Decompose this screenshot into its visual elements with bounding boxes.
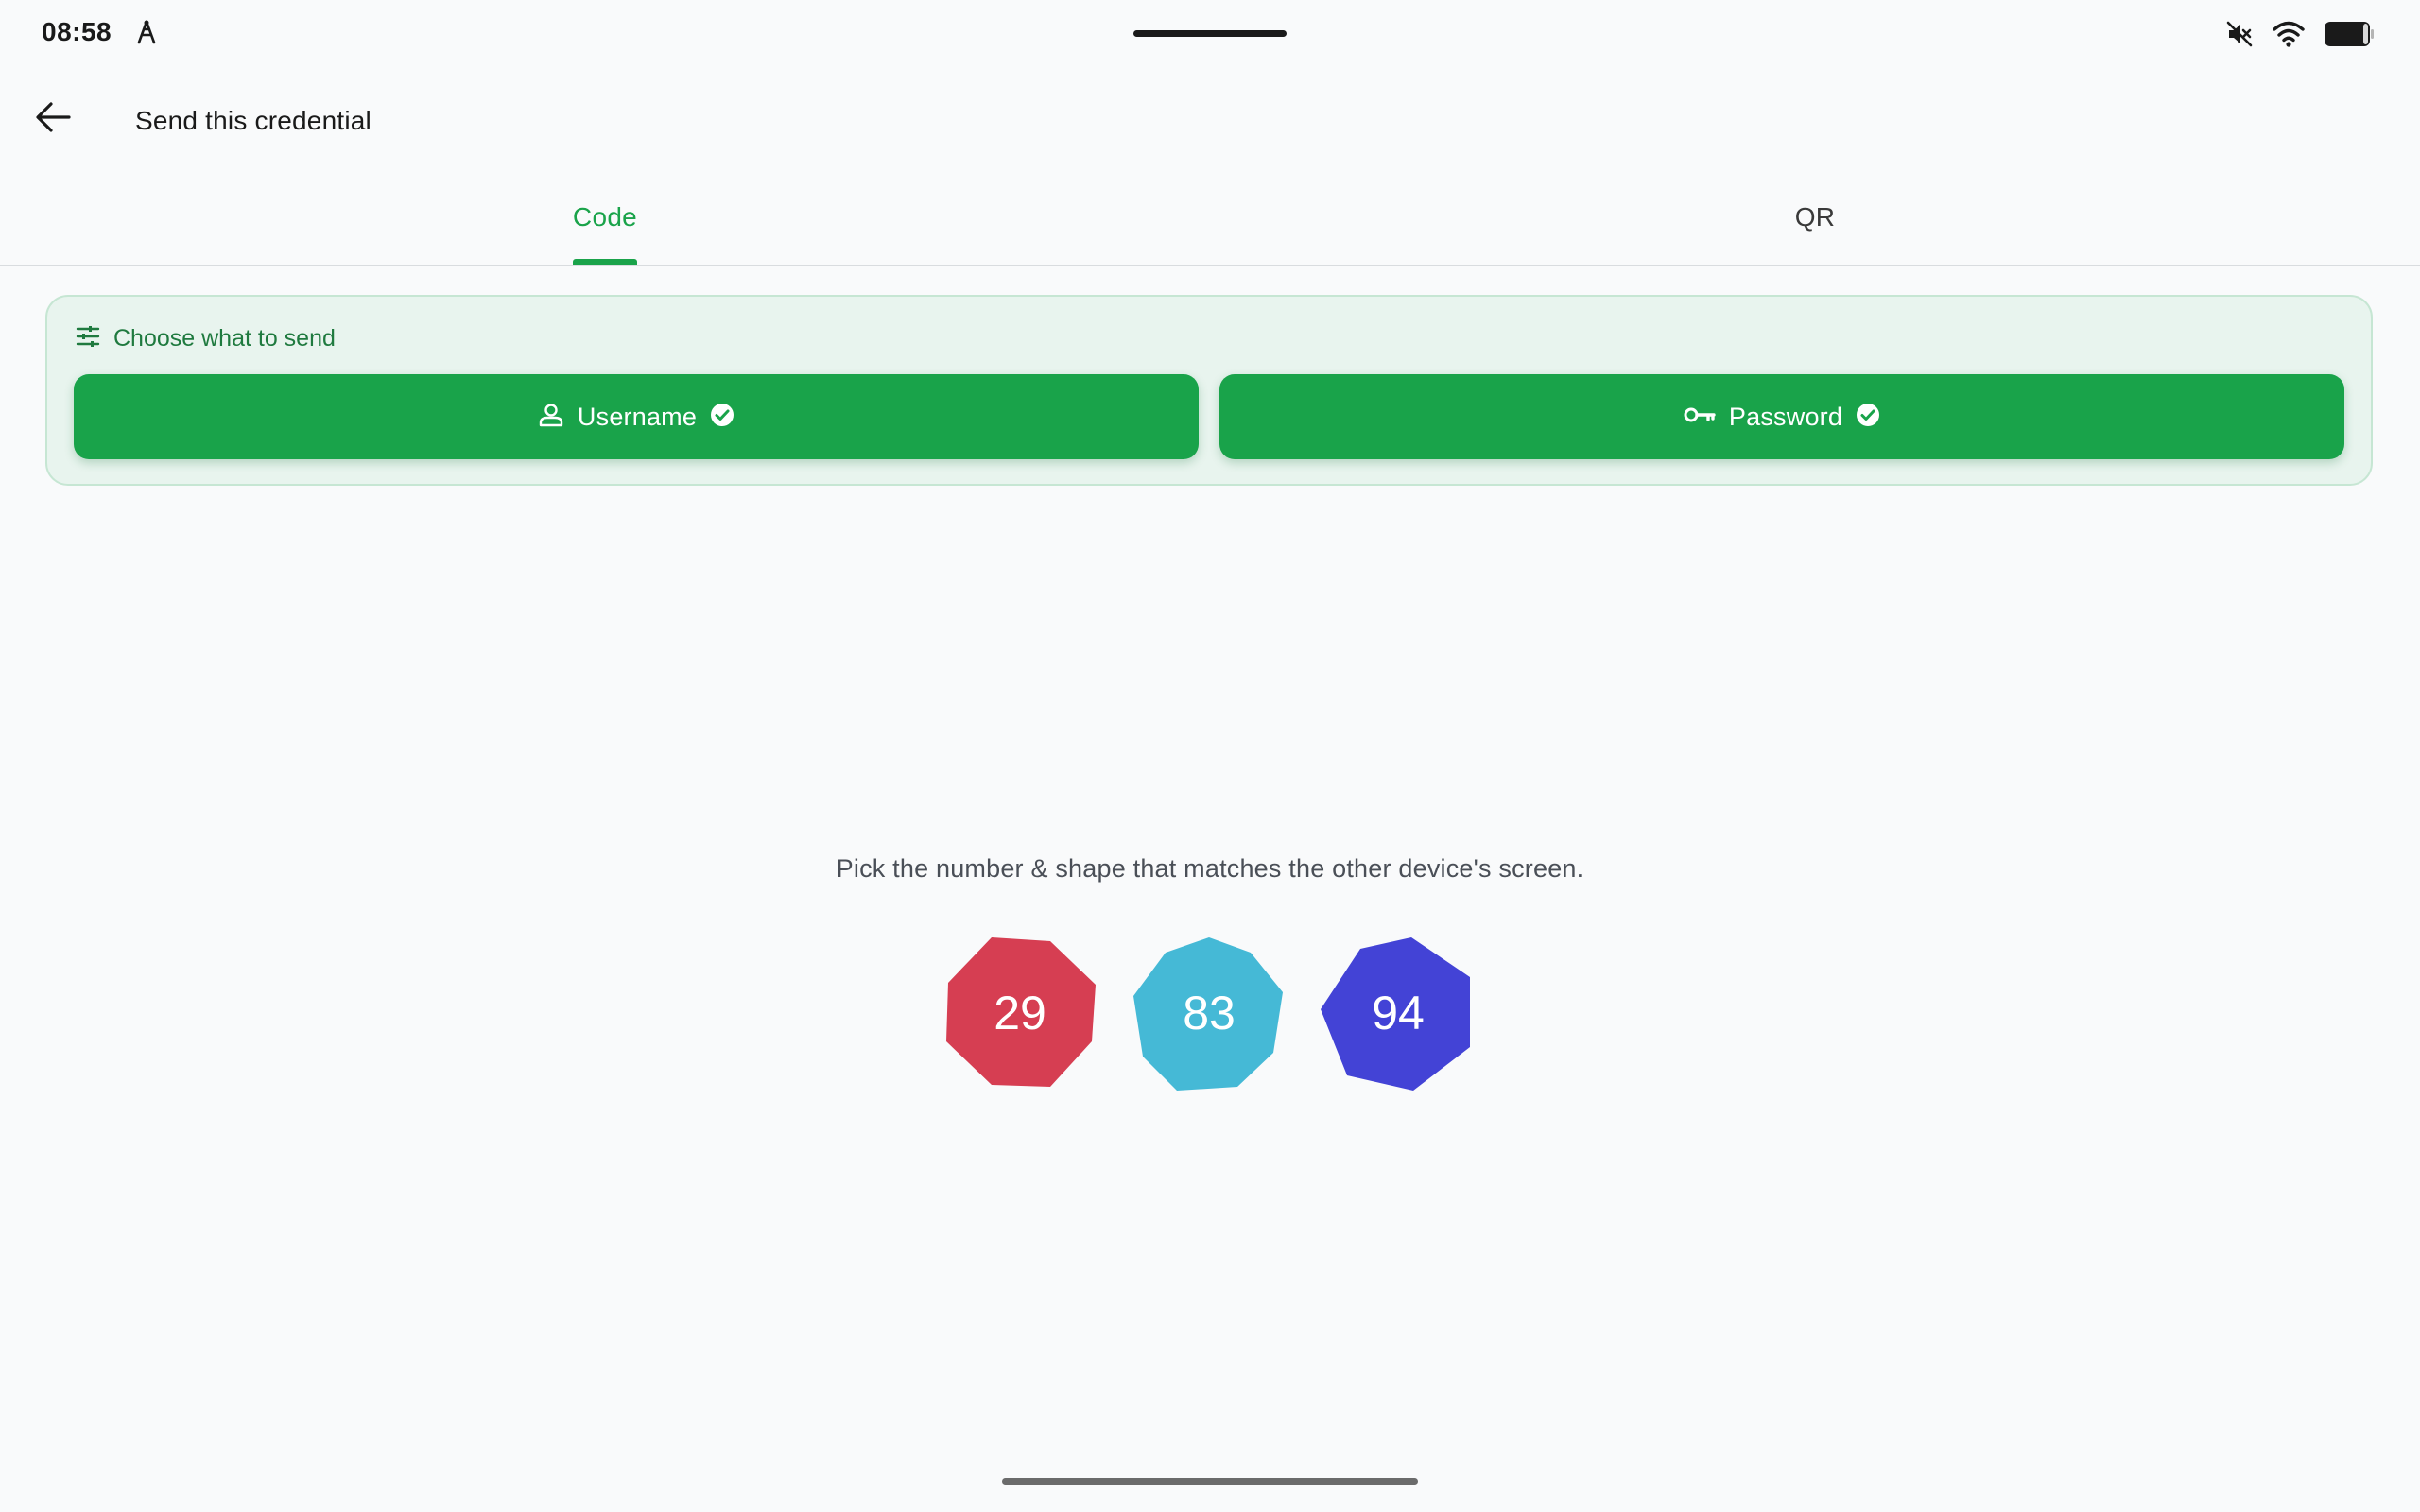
password-toggle-button[interactable]: Password (1219, 374, 2344, 459)
tab-indicator (572, 259, 638, 265)
shape-number: 83 (1183, 987, 1236, 1040)
tab-qr[interactable]: QR (1210, 185, 2420, 265)
tab-bar: Code QR (0, 185, 2420, 266)
shape-choice-83[interactable]: 83 (1132, 936, 1287, 1091)
status-bar: 08:58 (0, 0, 2420, 68)
page-title: Send this credential (135, 106, 372, 135)
shape-number: 29 (994, 987, 1046, 1040)
username-toggle-button[interactable]: Username (74, 374, 1199, 459)
back-button[interactable] (26, 93, 79, 146)
mute-icon (2225, 20, 2254, 48)
password-label: Password (1728, 402, 1843, 431)
top-drag-handle[interactable] (1133, 30, 1287, 37)
shape-choice-29[interactable]: 29 (942, 936, 1098, 1091)
tab-code-label: Code (572, 202, 638, 232)
shape-choice-94[interactable]: 94 (1321, 936, 1476, 1091)
check-circle-icon (1856, 403, 1880, 432)
tune-icon (76, 325, 100, 352)
key-icon (1684, 404, 1716, 431)
wifi-icon (2273, 21, 2305, 47)
signal-tower-icon (134, 19, 159, 45)
instruction-text: Pick the number & shape that matches the… (836, 854, 1584, 883)
tab-code[interactable]: Code (0, 185, 1210, 265)
status-icons (2225, 19, 2375, 49)
status-time: 08:58 (42, 17, 112, 46)
tab-qr-label: QR (1794, 202, 1836, 232)
person-icon (538, 402, 564, 433)
check-circle-icon (710, 403, 735, 432)
home-gesture-handle[interactable] (1002, 1478, 1418, 1485)
username-label: Username (577, 402, 698, 431)
choose-what-to-send-card: Choose what to send Username Password (45, 295, 2373, 486)
shape-choices: 29 83 94 (0, 936, 2420, 1096)
battery-icon (2324, 21, 2375, 47)
arrow-back-icon (35, 101, 71, 138)
app-bar: Send this credential (0, 87, 2420, 155)
shape-number: 94 (1372, 987, 1425, 1040)
choose-header: Choose what to send (76, 325, 336, 352)
choose-title: Choose what to send (113, 325, 336, 352)
